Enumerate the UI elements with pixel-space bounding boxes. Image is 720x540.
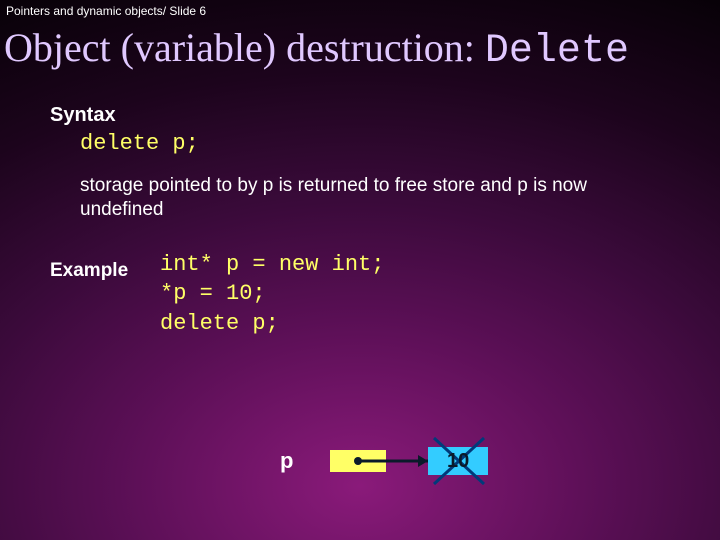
example-heading: Example [50,250,160,282]
pointer-arrow-head [418,455,428,467]
title-code: Delete [485,29,629,74]
pointer-label: p [280,448,293,474]
syntax-description: storage pointed to by p is returned to f… [50,156,720,222]
breadcrumb: Pointers and dynamic objects/ Slide 6 [0,0,720,22]
value-label: 10 [447,450,469,473]
slide-title: Object (variable) destruction: Delete [0,22,720,84]
example-block: Example int* p = new int; *p = 10; delet… [50,250,720,339]
slide-body: Syntax delete p; storage pointed to by p… [0,84,720,339]
syntax-code: delete p; [50,131,720,156]
example-code: int* p = new int; *p = 10; delete p; [160,250,384,339]
title-text: Object (variable) destruction: [4,25,485,70]
pointer-box [330,450,386,472]
pointer-arrow-origin [354,457,362,465]
slide: Pointers and dynamic objects/ Slide 6 Ob… [0,0,720,540]
syntax-heading: Syntax [50,104,720,127]
